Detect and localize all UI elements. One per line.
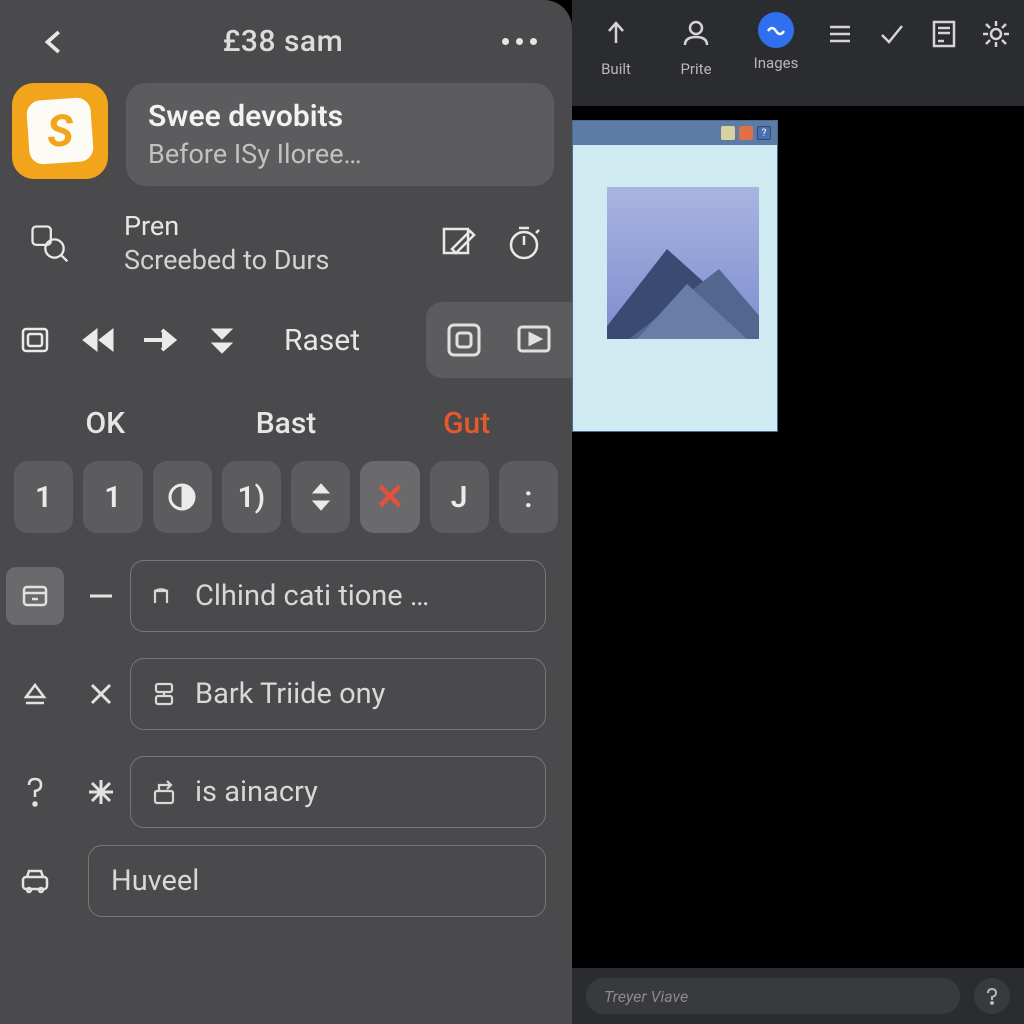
list-section: Clhind cati tione … Bark Triide ony	[0, 537, 572, 917]
menu-icon[interactable]	[820, 14, 860, 54]
nav-right-block	[426, 302, 572, 378]
topbar-prite-label: Prite	[680, 60, 711, 78]
row3-star-icon[interactable]	[72, 777, 130, 807]
more-menu-icon[interactable]	[494, 38, 544, 45]
key-colon[interactable]: :	[499, 461, 558, 533]
pren-line2: Screebed to Durs	[124, 244, 436, 276]
window-min-icon[interactable]	[721, 126, 735, 140]
preview-image	[607, 187, 759, 339]
app-icon-letter: S	[26, 97, 94, 165]
document-icon[interactable]	[924, 14, 964, 54]
topbar-prite[interactable]: Prite	[660, 6, 732, 78]
window-close-icon[interactable]: ?	[757, 126, 771, 140]
app-card-title: Swee devobits	[148, 99, 532, 134]
window-max-icon[interactable]	[739, 126, 753, 140]
key-sort-icon[interactable]	[291, 461, 350, 533]
list-item-2-label: Bark Triide ony	[195, 677, 385, 711]
bottombar: Treyer Viave	[572, 968, 1024, 1024]
workspace: ?	[572, 106, 1024, 968]
tabs: OK Bast Gut	[0, 378, 572, 453]
gear-icon[interactable]	[976, 14, 1016, 54]
pren-line1: Pren	[124, 210, 436, 242]
app-card-row: S Swee devobits Before ISy Iloree…	[0, 69, 572, 190]
play-screen-icon[interactable]	[510, 316, 558, 364]
topbar-images-label: Inages	[754, 54, 799, 72]
preview-window-titlebar[interactable]: ?	[573, 121, 777, 145]
list-item-2[interactable]: Bark Triide ony	[130, 658, 546, 730]
back-arrow-icon[interactable]	[38, 25, 72, 59]
list-row-1: Clhind cati tione …	[0, 547, 572, 645]
row2-x-icon[interactable]	[72, 680, 130, 708]
header-time: £38 sam	[72, 24, 494, 59]
list-item-1-label: Clhind cati tione …	[195, 579, 429, 613]
raset-button[interactable]: Raset	[258, 323, 386, 358]
list-item-1[interactable]: Clhind cati tione …	[130, 560, 546, 632]
forward-arrow-icon[interactable]	[130, 311, 190, 369]
app-card-subtitle: Before ISy Iloree…	[148, 138, 532, 170]
app-card[interactable]: Swee devobits Before ISy Iloree…	[126, 83, 554, 186]
right-pane: Built Prite Inages	[572, 0, 1024, 1024]
user-icon	[675, 12, 717, 54]
edit-icon[interactable]	[436, 221, 480, 265]
topbar-right-icons	[820, 6, 1016, 54]
row4-side-car-icon[interactable]	[6, 852, 64, 910]
upload-icon	[595, 12, 637, 54]
layout-icon[interactable]	[440, 316, 488, 364]
search-icon[interactable]	[20, 221, 78, 265]
pren-text: Pren Screebed to Durs	[78, 210, 436, 276]
list-item-4-label: Huveel	[111, 864, 199, 898]
rewind-icon[interactable]	[68, 311, 128, 369]
app-icon[interactable]: S	[12, 83, 108, 179]
preview-window-body	[573, 145, 777, 339]
expand-down-icon[interactable]	[192, 311, 252, 369]
help-icon[interactable]	[974, 978, 1010, 1014]
tab-ok[interactable]: OK	[20, 400, 191, 447]
tab-gut[interactable]: Gut	[381, 400, 552, 447]
bottom-search-input[interactable]: Treyer Viave	[586, 978, 960, 1014]
list-item-3-label: is ainacry	[195, 775, 318, 809]
library-icon[interactable]	[6, 311, 66, 369]
tab-bast[interactable]: Bast	[201, 400, 372, 447]
list-item-3[interactable]: is ainacry	[130, 756, 546, 828]
row2-side-eject-icon[interactable]	[6, 665, 64, 723]
nav-toolbar: Raset	[0, 286, 572, 378]
row1-minus-icon[interactable]	[72, 581, 130, 611]
topbar-images[interactable]: Inages	[740, 6, 812, 72]
check-icon[interactable]	[872, 14, 912, 54]
key-row: 1 1 1) ✕ J :	[0, 453, 572, 537]
preview-window[interactable]: ?	[572, 120, 778, 432]
list-row-2: Bark Triide ony	[0, 645, 572, 743]
panel-header: £38 sam	[0, 10, 572, 69]
side-panel: £38 sam S Swee devobits Before ISy Ilore…	[0, 0, 572, 1024]
topbar: Built Prite Inages	[572, 0, 1024, 106]
key-1[interactable]: 1	[14, 461, 73, 533]
key-close-icon[interactable]: ✕	[360, 461, 419, 533]
list-item-4[interactable]: Huveel	[88, 845, 546, 917]
list-row-4: Huveel	[0, 841, 572, 917]
list-row-3: is ainacry	[0, 743, 572, 841]
timer-icon[interactable]	[502, 221, 546, 265]
row3-side-question-icon[interactable]	[6, 763, 64, 821]
key-contrast-icon[interactable]	[153, 461, 212, 533]
key-j[interactable]: J	[430, 461, 489, 533]
wave-icon	[758, 12, 794, 48]
topbar-built-label: Built	[601, 60, 631, 78]
pren-row: Pren Screebed to Durs	[0, 190, 572, 286]
row1-side-archive-icon[interactable]	[6, 567, 64, 625]
key-1-paren[interactable]: 1)	[222, 461, 281, 533]
key-2[interactable]: 1	[83, 461, 142, 533]
topbar-built[interactable]: Built	[580, 6, 652, 78]
